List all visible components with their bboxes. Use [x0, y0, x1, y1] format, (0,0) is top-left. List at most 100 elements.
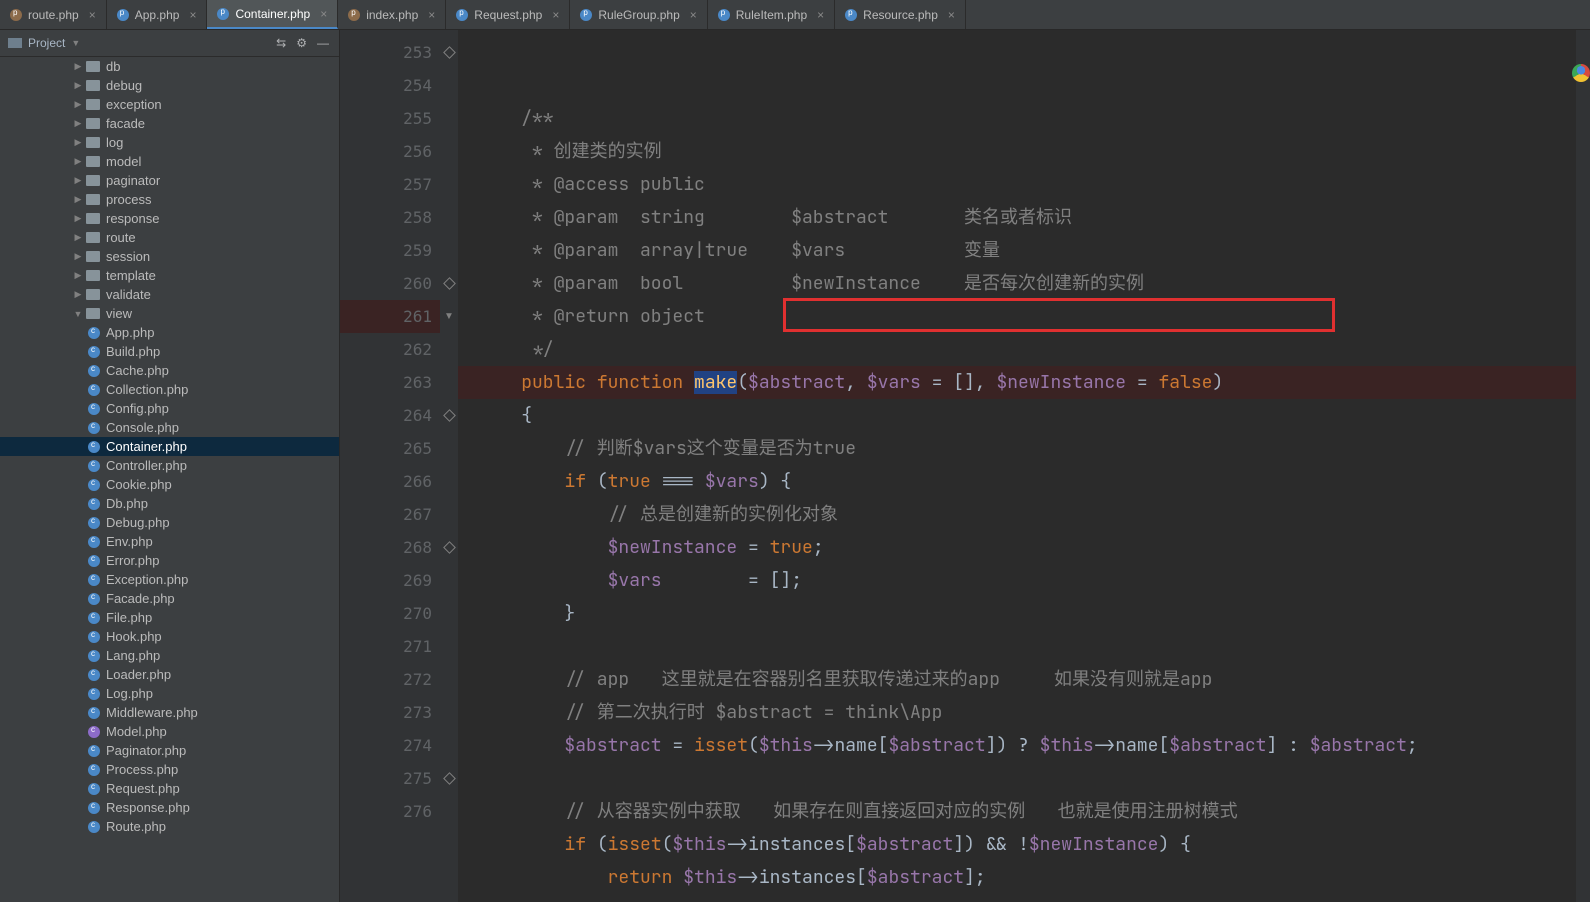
code-line-270[interactable]: // app 这里就是在容器别名里获取传递过来的app 如果没有则就是app — [458, 663, 1576, 696]
close-icon[interactable]: × — [320, 7, 327, 21]
file-Debug-php[interactable]: Debug.php — [0, 513, 339, 532]
file-Cookie-php[interactable]: Cookie.php — [0, 475, 339, 494]
code-line-259[interactable]: * @return object — [458, 300, 1576, 333]
code-editor[interactable]: 2532542552562572582592602612622632642652… — [340, 30, 1590, 902]
file-Lang-php[interactable]: Lang.php — [0, 646, 339, 665]
tab-RuleItem-php[interactable]: RuleItem.php× — [708, 0, 835, 29]
code-line-272[interactable]: $abstract = isset($this->name[$abstract]… — [458, 729, 1576, 762]
code-line-261[interactable]: public function make($abstract, $vars = … — [458, 366, 1576, 399]
fold-marker[interactable]: ▼ — [440, 300, 458, 333]
code-line-264[interactable]: if (true === $vars) { — [458, 465, 1576, 498]
fold-marker[interactable] — [440, 366, 458, 399]
folder-response[interactable]: ▶response — [0, 209, 339, 228]
close-icon[interactable]: × — [948, 8, 955, 22]
close-icon[interactable]: × — [690, 8, 697, 22]
file-Log-php[interactable]: Log.php — [0, 684, 339, 703]
code-line-275[interactable]: if (isset($this->instances[$abstract]) &… — [458, 828, 1576, 861]
file-Request-php[interactable]: Request.php — [0, 779, 339, 798]
minimize-icon[interactable]: — — [315, 34, 331, 52]
file-Facade-php[interactable]: Facade.php — [0, 589, 339, 608]
fold-marker[interactable] — [440, 729, 458, 762]
file-Container-php[interactable]: Container.php — [0, 437, 339, 456]
folder-view[interactable]: ▼view — [0, 304, 339, 323]
fold-marker[interactable] — [440, 564, 458, 597]
code-line-258[interactable]: * @param bool $newInstance 是否每次创建新的实例 — [458, 267, 1576, 300]
code-line-274[interactable]: // 从容器实例中获取 如果存在则直接返回对应的实例 也就是使用注册树模式 — [458, 795, 1576, 828]
file-Loader-php[interactable]: Loader.php — [0, 665, 339, 684]
file-Middleware-php[interactable]: Middleware.php — [0, 703, 339, 722]
fold-marker[interactable] — [440, 762, 458, 795]
code-line-273[interactable] — [458, 762, 1576, 795]
file-Error-php[interactable]: Error.php — [0, 551, 339, 570]
close-icon[interactable]: × — [817, 8, 824, 22]
fold-marker[interactable] — [440, 795, 458, 828]
code-line-263[interactable]: // 判断$vars这个变量是否为true — [458, 432, 1576, 465]
fold-marker[interactable] — [440, 267, 458, 300]
file-Paginator-php[interactable]: Paginator.php — [0, 741, 339, 760]
file-Exception-php[interactable]: Exception.php — [0, 570, 339, 589]
file-Process-php[interactable]: Process.php — [0, 760, 339, 779]
code-line-260[interactable]: */ — [458, 333, 1576, 366]
fold-marker[interactable] — [440, 597, 458, 630]
folder-paginator[interactable]: ▶paginator — [0, 171, 339, 190]
code-content[interactable]: /** * 创建类的实例 * @access public * @param s… — [458, 30, 1576, 902]
file-Build-php[interactable]: Build.php — [0, 342, 339, 361]
folder-validate[interactable]: ▶validate — [0, 285, 339, 304]
file-File-php[interactable]: File.php — [0, 608, 339, 627]
file-Model-php[interactable]: Model.php — [0, 722, 339, 741]
fold-marker[interactable] — [440, 432, 458, 465]
file-Response-php[interactable]: Response.php — [0, 798, 339, 817]
folder-model[interactable]: ▶model — [0, 152, 339, 171]
folder-db[interactable]: ▶db — [0, 57, 339, 76]
folder-log[interactable]: ▶log — [0, 133, 339, 152]
folder-facade[interactable]: ▶facade — [0, 114, 339, 133]
tab-Request-php[interactable]: Request.php× — [446, 0, 570, 29]
file-Console-php[interactable]: Console.php — [0, 418, 339, 437]
fold-marker[interactable] — [440, 168, 458, 201]
folder-session[interactable]: ▶session — [0, 247, 339, 266]
close-icon[interactable]: × — [89, 8, 96, 22]
code-line-257[interactable]: * @param array|true $vars 变量 — [458, 234, 1576, 267]
file-Route-php[interactable]: Route.php — [0, 817, 339, 836]
code-line-267[interactable]: $vars = []; — [458, 564, 1576, 597]
fold-marker[interactable] — [440, 531, 458, 564]
file-Hook-php[interactable]: Hook.php — [0, 627, 339, 646]
code-line-253[interactable]: /** — [458, 102, 1576, 135]
tab-RuleGroup-php[interactable]: RuleGroup.php× — [570, 0, 707, 29]
fold-marker[interactable] — [440, 696, 458, 729]
file-Cache-php[interactable]: Cache.php — [0, 361, 339, 380]
tab-App-php[interactable]: App.php× — [107, 0, 208, 29]
tab-route-php[interactable]: route.php× — [0, 0, 107, 29]
file-Collection-php[interactable]: Collection.php — [0, 380, 339, 399]
code-line-268[interactable]: } — [458, 597, 1576, 630]
code-line-255[interactable]: * @access public — [458, 168, 1576, 201]
code-line-271[interactable]: // 第二次执行时 $abstract = think\App — [458, 696, 1576, 729]
fold-marker[interactable] — [440, 663, 458, 696]
fold-marker[interactable] — [440, 135, 458, 168]
tab-Container-php[interactable]: Container.php× — [207, 0, 338, 29]
file-Db-php[interactable]: Db.php — [0, 494, 339, 513]
code-line-254[interactable]: * 创建类的实例 — [458, 135, 1576, 168]
gear-icon[interactable]: ⚙ — [294, 34, 309, 52]
fold-marker[interactable] — [440, 498, 458, 531]
code-line-262[interactable]: { — [458, 399, 1576, 432]
folder-route[interactable]: ▶route — [0, 228, 339, 247]
file-Env-php[interactable]: Env.php — [0, 532, 339, 551]
fold-marker[interactable] — [440, 69, 458, 102]
close-icon[interactable]: × — [552, 8, 559, 22]
code-line-256[interactable]: * @param string $abstract 类名或者标识 — [458, 201, 1576, 234]
fold-marker[interactable] — [440, 36, 458, 69]
file-Controller-php[interactable]: Controller.php — [0, 456, 339, 475]
code-line-276[interactable]: return $this->instances[$abstract]; — [458, 861, 1576, 894]
project-tree[interactable]: ▶db▶debug▶exception▶facade▶log▶model▶pag… — [0, 57, 339, 902]
file-Config-php[interactable]: Config.php — [0, 399, 339, 418]
folder-process[interactable]: ▶process — [0, 190, 339, 209]
folder-debug[interactable]: ▶debug — [0, 76, 339, 95]
fold-marker[interactable] — [440, 234, 458, 267]
fold-marker[interactable] — [440, 399, 458, 432]
close-icon[interactable]: × — [428, 8, 435, 22]
folder-template[interactable]: ▶template — [0, 266, 339, 285]
collapse-icon[interactable]: ⇆ — [274, 34, 288, 52]
dropdown-icon[interactable]: ▼ — [71, 38, 80, 48]
code-line-265[interactable]: // 总是创建新的实例化对象 — [458, 498, 1576, 531]
